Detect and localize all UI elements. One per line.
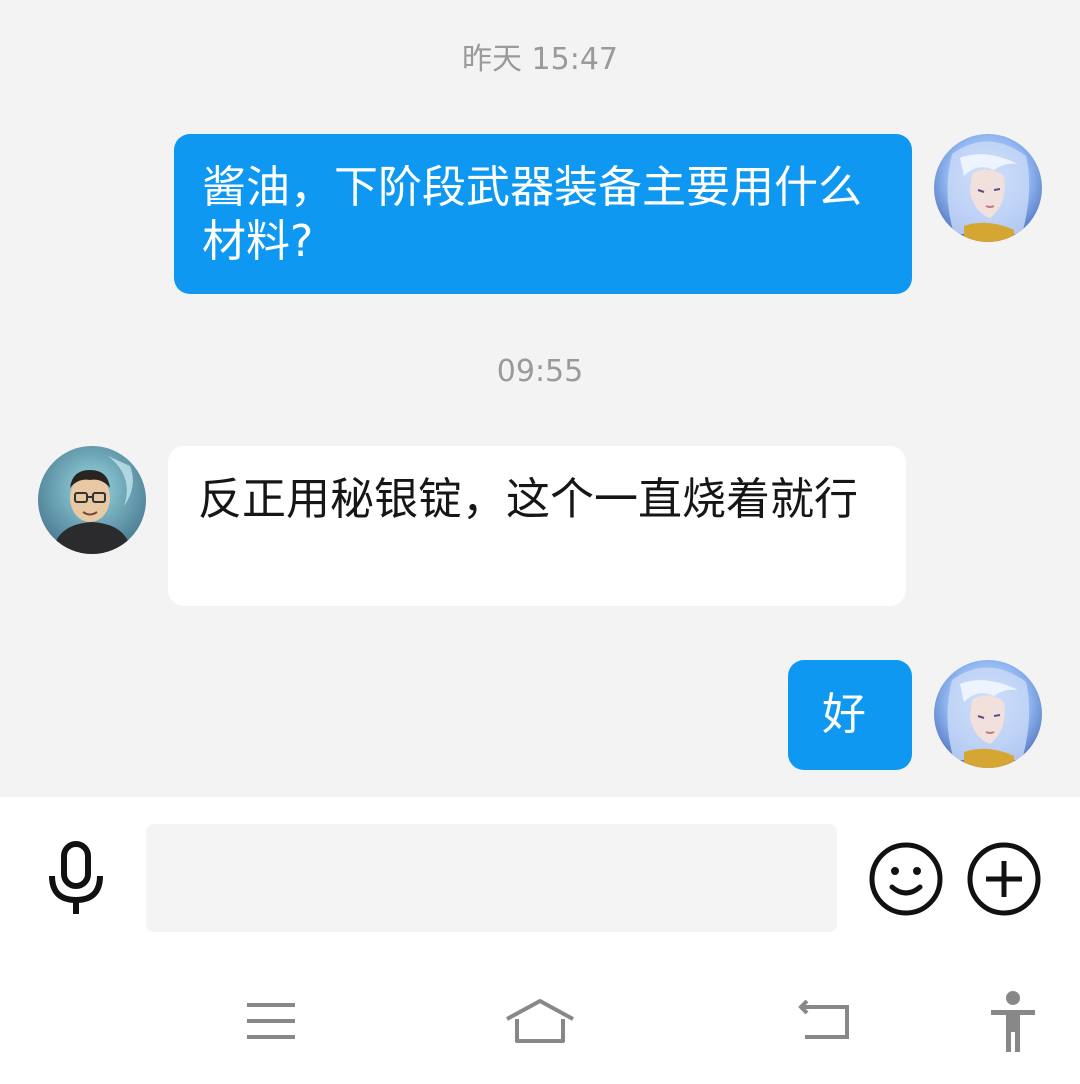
timestamp: 09:55: [496, 354, 584, 389]
system-navigation-bar: [0, 963, 1080, 1084]
anime-character-avatar-icon: [934, 134, 1042, 242]
emoji-button[interactable]: [866, 839, 946, 919]
contact-avatar[interactable]: [38, 446, 146, 554]
user-avatar[interactable]: [934, 660, 1042, 768]
man-with-glasses-avatar-icon: [38, 446, 146, 554]
microphone-icon: [49, 841, 103, 914]
anime-character-avatar-icon: [934, 660, 1042, 768]
incoming-message-bubble[interactable]: 反正用秘银锭，这个一直烧着就行: [168, 446, 906, 606]
back-icon: [798, 999, 849, 1039]
outgoing-message-bubble[interactable]: 好: [788, 660, 912, 770]
accessibility-button[interactable]: [978, 987, 1048, 1057]
back-button[interactable]: [790, 991, 860, 1051]
menu-icon: [247, 1003, 295, 1039]
more-options-button[interactable]: [964, 839, 1044, 919]
home-button[interactable]: [500, 991, 580, 1051]
outgoing-message-bubble[interactable]: 酱油，下阶段武器装备主要用什么材料?: [174, 134, 912, 294]
voice-button[interactable]: [38, 837, 114, 919]
user-avatar[interactable]: [934, 134, 1042, 242]
menu-button[interactable]: [236, 991, 306, 1051]
message-input-bar: [0, 797, 1080, 963]
plus-circle-icon: [967, 842, 1041, 916]
chat-area[interactable]: 昨天 15:47 酱油，下阶段武器装备主要用什么材料? 09:55 反正用秘银锭…: [0, 0, 1080, 797]
timestamp: 昨天 15:47: [462, 42, 618, 77]
accessibility-icon: [991, 991, 1035, 1052]
home-icon: [506, 999, 574, 1043]
smiley-icon: [869, 842, 943, 916]
message-text-input[interactable]: [146, 824, 837, 932]
